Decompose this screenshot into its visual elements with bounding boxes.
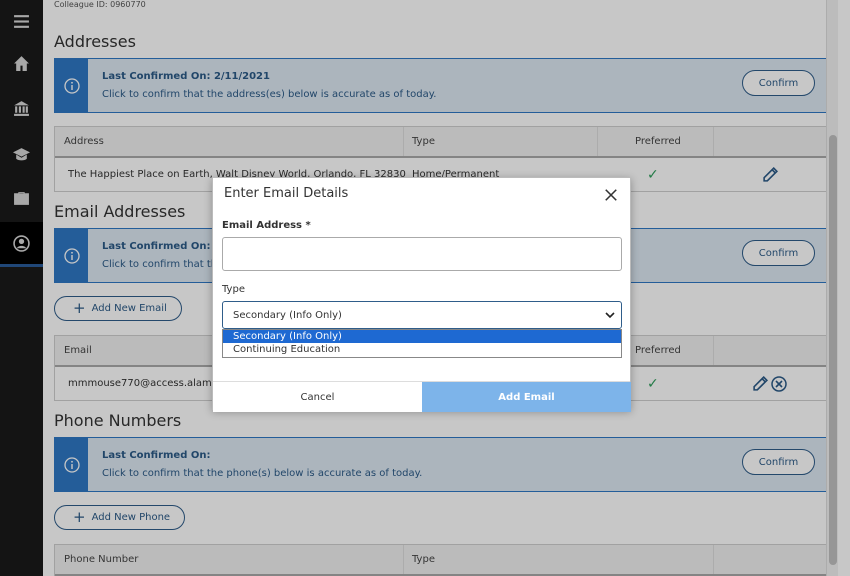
chevron-down-icon (605, 312, 615, 319)
email-details-dialog: Enter Email Details Email Address * Type… (212, 177, 631, 412)
email-address-label: Email Address * (222, 220, 311, 231)
close-dialog-button[interactable] (604, 185, 618, 205)
email-address-input[interactable] (222, 237, 622, 271)
type-select[interactable]: Secondary (Info Only) (222, 301, 622, 329)
cancel-button[interactable]: Cancel (213, 382, 422, 412)
close-icon (605, 189, 617, 201)
dialog-title: Enter Email Details (224, 186, 349, 201)
type-option-secondary[interactable]: Secondary (Info Only) (223, 330, 621, 343)
type-option-continuing-education[interactable]: Continuing Education (223, 343, 621, 356)
add-email-button[interactable]: Add Email (422, 382, 631, 412)
type-selected-value: Secondary (Info Only) (233, 309, 342, 321)
type-dropdown-list: Secondary (Info Only) Continuing Educati… (222, 329, 622, 358)
type-label: Type (222, 284, 245, 295)
dialog-footer: Cancel Add Email (213, 381, 631, 412)
